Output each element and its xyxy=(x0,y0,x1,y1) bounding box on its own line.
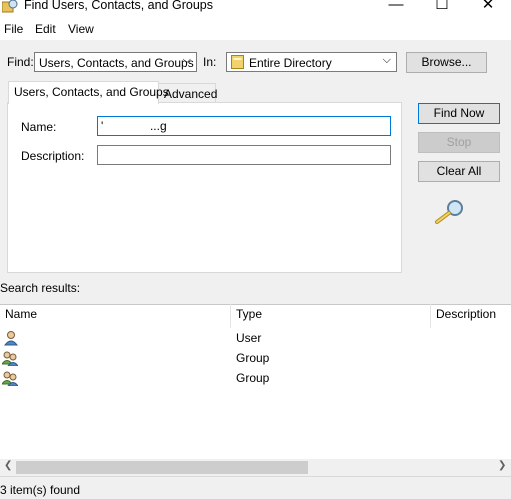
menu-bar: File Edit View xyxy=(0,18,511,40)
clear-all-button[interactable]: Clear All xyxy=(418,161,500,182)
find-label: Find: xyxy=(7,55,34,69)
user-icon xyxy=(3,331,19,346)
row-type: Group xyxy=(236,371,270,385)
table-row[interactable]: Group xyxy=(0,349,511,368)
menu-view[interactable]: View xyxy=(68,22,94,36)
search-magnifier-icon xyxy=(435,200,463,224)
menu-edit[interactable]: Edit xyxy=(35,22,56,36)
title-bar: Find Users, Contacts, and Groups — ☐ ✕ xyxy=(0,0,511,18)
status-text: 3 item(s) found xyxy=(0,483,81,497)
find-type-value: Users, Contacts, and Groups xyxy=(39,56,194,70)
column-divider[interactable] xyxy=(230,304,231,328)
description-input[interactable] xyxy=(97,145,391,165)
browse-button[interactable]: Browse... xyxy=(406,52,487,73)
find-now-button[interactable]: Find Now xyxy=(418,103,500,124)
scroll-left-icon[interactable]: ❮ xyxy=(4,460,12,471)
find-type-select[interactable]: Users, Contacts, and Groups ⌵ xyxy=(34,52,197,72)
name-label: Name: xyxy=(21,120,57,134)
stop-button[interactable]: Stop xyxy=(418,132,500,153)
directory-icon xyxy=(231,55,244,69)
column-header-type[interactable]: Type xyxy=(236,307,262,321)
maximize-button[interactable]: ☐ xyxy=(419,0,465,16)
scrollbar-thumb[interactable] xyxy=(16,461,308,474)
in-location-value: Entire Directory xyxy=(249,56,332,70)
horizontal-scrollbar[interactable]: ❮ ❯ xyxy=(0,459,511,476)
row-type: Group xyxy=(236,351,270,365)
column-divider[interactable] xyxy=(430,304,431,328)
menu-file[interactable]: File xyxy=(4,22,23,36)
status-bar: 3 item(s) found xyxy=(0,476,511,499)
group-icon xyxy=(2,351,18,366)
column-header-name[interactable]: Name xyxy=(5,307,37,321)
group-icon xyxy=(2,371,18,386)
in-label: In: xyxy=(203,55,217,69)
chevron-down-icon: ⌵ xyxy=(382,54,391,66)
find-app-icon xyxy=(2,0,18,13)
search-results-label: Search results: xyxy=(0,281,81,295)
row-type: User xyxy=(236,331,262,345)
window-title: Find Users, Contacts, and Groups xyxy=(24,0,213,12)
tab-users-contacts-groups[interactable]: Users, Contacts, and Groups xyxy=(8,81,169,104)
in-location-select[interactable]: Entire Directory ⌵ xyxy=(226,52,397,72)
description-label: Description: xyxy=(21,149,85,163)
table-row[interactable]: User xyxy=(0,329,511,348)
column-header-description[interactable]: Description xyxy=(436,307,496,321)
name-input[interactable] xyxy=(97,116,391,136)
scroll-right-icon[interactable]: ❯ xyxy=(498,460,506,471)
table-row[interactable]: Group xyxy=(0,369,511,388)
minimize-button[interactable]: — xyxy=(373,0,419,16)
chevron-down-icon: ⌵ xyxy=(182,54,191,66)
close-button[interactable]: ✕ xyxy=(465,0,511,16)
